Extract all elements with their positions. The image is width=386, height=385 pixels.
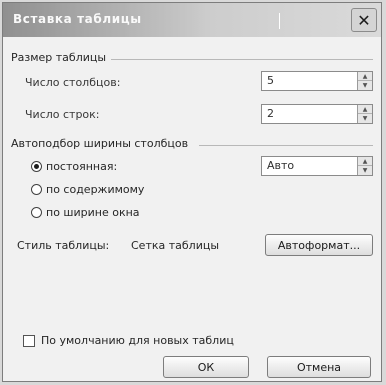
- spin-down-icon[interactable]: ▼: [358, 81, 372, 90]
- dialog-title: Вставка таблицы: [13, 12, 142, 26]
- insert-table-dialog: Вставка таблицы ✕ Размер таблицы Число с…: [2, 2, 382, 382]
- group-divider: [111, 59, 373, 60]
- table-style-label: Стиль таблицы:: [17, 239, 110, 252]
- radio-autofit-window[interactable]: по ширине окна: [31, 206, 140, 219]
- default-for-new-tables-label: По умолчанию для новых таблиц: [41, 334, 234, 347]
- columns-label: Число столбцов:: [25, 76, 121, 89]
- autoformat-button-label: Автоформат...: [277, 238, 361, 252]
- radio-autofit-contents[interactable]: по содержимому: [31, 183, 144, 196]
- spin-up-icon[interactable]: ▲: [358, 72, 372, 81]
- default-for-new-tables-checkbox[interactable]: [23, 335, 35, 347]
- table-style-value: Сетка таблицы: [131, 239, 220, 252]
- columns-value: 5: [267, 74, 274, 87]
- rows-value: 2: [267, 107, 274, 120]
- rows-label: Число строк:: [25, 108, 100, 121]
- radio-fixed-width-label: постоянная:: [46, 160, 118, 173]
- fixed-width-spin-buttons: ▲ ▼: [357, 157, 372, 175]
- columns-spin-buttons: ▲ ▼: [357, 72, 372, 90]
- spin-down-icon[interactable]: ▼: [358, 114, 372, 123]
- spin-down-icon[interactable]: ▼: [358, 166, 372, 175]
- group-divider: [199, 145, 373, 146]
- title-bar[interactable]: Вставка таблицы ✕: [3, 3, 381, 37]
- ok-button-label: ОК: [197, 360, 215, 374]
- columns-spinner[interactable]: 5 ▲ ▼: [261, 71, 373, 91]
- radio-autofit-window-label: по ширине окна: [46, 206, 140, 219]
- cancel-button[interactable]: Отмена: [267, 356, 371, 378]
- spin-up-icon[interactable]: ▲: [358, 157, 372, 166]
- radio-button[interactable]: [31, 184, 42, 195]
- rows-spinner[interactable]: 2 ▲ ▼: [261, 104, 373, 124]
- fixed-width-value: Авто: [267, 159, 295, 172]
- cancel-button-label: Отмена: [296, 360, 342, 374]
- radio-autofit-contents-label: по содержимому: [46, 183, 145, 196]
- table-size-group-label: Размер таблицы: [11, 51, 107, 64]
- close-button[interactable]: ✕: [351, 8, 377, 32]
- close-icon: ✕: [357, 10, 371, 30]
- radio-fixed-width[interactable]: постоянная:: [31, 160, 117, 173]
- spin-up-icon[interactable]: ▲: [358, 105, 372, 114]
- title-bar-mark: [279, 13, 280, 29]
- radio-dot: [34, 164, 39, 169]
- radio-button[interactable]: [31, 207, 42, 218]
- ok-button[interactable]: ОК: [163, 356, 249, 378]
- autoformat-button[interactable]: Автоформат...: [265, 234, 373, 256]
- rows-spin-buttons: ▲ ▼: [357, 105, 372, 123]
- autofit-group-label: Автоподбор ширины столбцов: [11, 137, 189, 150]
- radio-button-selected[interactable]: [31, 161, 42, 172]
- fixed-width-spinner[interactable]: Авто ▲ ▼: [261, 156, 373, 176]
